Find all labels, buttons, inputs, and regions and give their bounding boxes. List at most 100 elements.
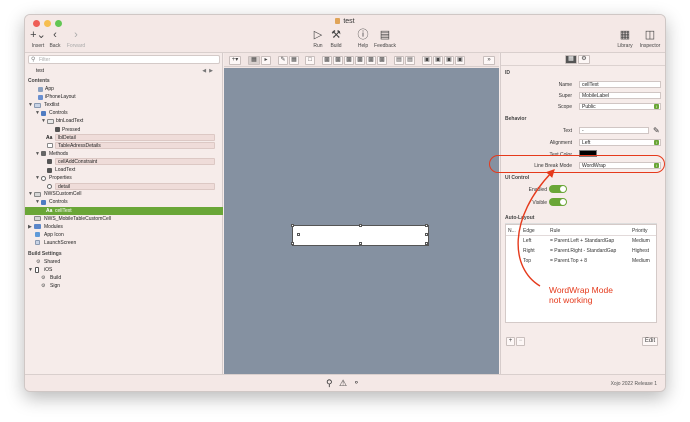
resize-handle[interactable] <box>425 224 428 227</box>
grid-icon[interactable]: ▦ <box>289 56 299 65</box>
disclosure-right-icon[interactable]: ▶ <box>28 223 32 231</box>
class-icon <box>34 216 41 222</box>
inspector-button[interactable]: ◫ Inspector <box>637 28 663 49</box>
align-left-icon[interactable]: ▩ <box>322 56 332 65</box>
tree-item-properties[interactable]: ▼ Properties <box>25 174 223 182</box>
table-row[interactable]: Medium <box>632 238 650 244</box>
disclosure-down-icon[interactable]: ▼ <box>41 117 46 125</box>
disclosure-down-icon[interactable]: ▼ <box>35 109 40 117</box>
tree-item-shared[interactable]: ⚙ Shared <box>25 258 223 266</box>
column-header[interactable]: Priority <box>632 228 648 234</box>
button-icon <box>47 118 54 124</box>
tree-item-detail[interactable]: detail <box>25 182 223 190</box>
distribute-h-icon[interactable]: ▤ <box>394 56 404 65</box>
path-nav-arrows-icon[interactable]: ◀▶ <box>202 67 216 76</box>
table-row[interactable]: Highest <box>632 248 649 254</box>
resize-handle[interactable] <box>297 233 300 236</box>
search-icon[interactable]: ⚲ <box>326 378 333 389</box>
tree-item-loadtext[interactable]: LoadText <box>25 166 223 174</box>
table-row[interactable]: Medium <box>632 258 650 264</box>
method-icon <box>47 159 52 165</box>
feedback-button[interactable]: ▤ Feedback <box>373 28 397 49</box>
layout-icon <box>38 94 43 100</box>
disclosure-down-icon[interactable]: ▼ <box>35 150 40 158</box>
warning-icon[interactable]: ⚠ <box>339 378 347 389</box>
align-center-icon[interactable]: ▩ <box>333 56 343 65</box>
properties-tab-icon[interactable]: ▦ <box>565 55 577 64</box>
tree-item-sign[interactable]: ⚙ Sign <box>25 282 223 290</box>
run-button[interactable]: ▷ Run <box>311 28 325 49</box>
add-view-button[interactable]: +▾ <box>229 56 241 65</box>
scope-label: Scope <box>557 104 572 110</box>
tree-item-app[interactable]: App <box>25 85 223 93</box>
disclosure-down-icon[interactable]: ▼ <box>35 198 40 206</box>
tree-item-nws-mobiletablecustomcell[interactable]: NWS_MobileTableCustomCell <box>25 215 223 223</box>
resize-handle[interactable] <box>425 233 428 236</box>
tree-item-pressed[interactable]: Pressed <box>25 126 223 134</box>
add-constraint-button[interactable]: + <box>506 337 515 346</box>
order-back-icon[interactable]: ▣ <box>455 56 465 65</box>
resize-handle[interactable] <box>291 242 294 245</box>
resize-handle[interactable] <box>359 224 362 227</box>
celltext-control[interactable] <box>291 224 429 246</box>
broadcast-icon[interactable]: ⚬ <box>353 378 360 387</box>
disclosure-down-icon[interactable]: ▼ <box>28 101 33 109</box>
super-field[interactable]: MobileLabel <box>579 92 661 99</box>
align-bottom-icon[interactable]: ▩ <box>366 56 376 65</box>
tree-item-app-icon[interactable]: App Icon <box>25 231 223 239</box>
align-middle-icon[interactable]: ▩ <box>377 56 387 65</box>
edit-constraint-button[interactable]: Edit <box>642 337 658 346</box>
alignment-select[interactable]: Left ↕ <box>579 139 661 146</box>
order-forward-icon[interactable]: ▣ <box>433 56 443 65</box>
resize-handle[interactable] <box>291 224 294 227</box>
resize-handle[interactable] <box>359 242 362 245</box>
scope-select[interactable]: Public ↕ <box>579 103 661 110</box>
overflow-chevron-icon[interactable]: » <box>483 56 495 65</box>
filter-input[interactable]: ⚲ Filter <box>28 55 220 64</box>
order-backward-icon[interactable]: ▣ <box>444 56 454 65</box>
tree-item-build[interactable]: ⚙ Build <box>25 274 223 282</box>
back-button[interactable]: ‹ Back <box>47 28 63 49</box>
remove-constraint-button[interactable]: − <box>516 337 525 346</box>
disclosure-down-icon[interactable]: ▼ <box>35 174 40 182</box>
text-field[interactable]: - <box>579 127 649 134</box>
tree-item-iphonelayout[interactable]: iPhoneLayout <box>25 93 223 101</box>
gear-icon[interactable]: ⚙ <box>578 55 590 64</box>
tree-item-lbldetail[interactable]: Aa lblDetail <box>25 134 223 142</box>
tree-item-btnloadtext[interactable]: ▼ btnLoadText <box>25 117 223 125</box>
tree-item-controls[interactable]: ▼ Controls <box>25 109 223 117</box>
pencil-icon[interactable]: ✎ <box>653 126 660 135</box>
align-top-icon[interactable]: ▩ <box>355 56 365 65</box>
align-right-icon[interactable]: ▩ <box>344 56 354 65</box>
distribute-v-icon[interactable]: ▤ <box>405 56 415 65</box>
tree-item-celladdconstraint[interactable]: cellAddConstraint <box>25 158 223 166</box>
tree-item-tableadressdetails[interactable]: TableAdressDetails <box>25 142 223 150</box>
insert-button[interactable]: +⌄ Insert <box>29 28 47 49</box>
contents-header: Contents <box>28 78 50 84</box>
disclosure-down-icon[interactable]: ▼ <box>28 190 33 198</box>
library-button[interactable]: ▦ Library <box>615 28 635 49</box>
build-button[interactable]: ⚒ Build <box>328 28 344 49</box>
forward-button[interactable]: › Forward <box>64 28 88 49</box>
layout-view-button[interactable]: ▦ <box>248 56 260 65</box>
tree-item-launchscreen[interactable]: LaunchScreen <box>25 239 223 247</box>
name-field[interactable]: cellText <box>579 81 661 88</box>
resize-handle[interactable] <box>425 242 428 245</box>
pencil-icon[interactable]: ✎ <box>278 56 288 65</box>
tree-item-methods[interactable]: ▼ Methods <box>25 150 223 158</box>
build-settings-header: Build Settings <box>28 250 62 257</box>
tree-item-cell-controls[interactable]: ▼ Controls <box>25 198 223 206</box>
disclosure-down-icon[interactable]: ▼ <box>28 266 33 274</box>
tree-item-modules[interactable]: ▶ Modules <box>25 223 223 231</box>
order-front-icon[interactable]: ▣ <box>422 56 432 65</box>
chevron-updown-icon: ↕ <box>654 104 659 109</box>
frame-icon[interactable]: □ <box>305 56 315 65</box>
tree-item-ios[interactable]: ▼ iOS <box>25 266 223 274</box>
help-button[interactable]: ⓘ Help <box>356 28 370 49</box>
preview-button[interactable]: ▸ <box>261 56 271 65</box>
design-canvas[interactable] <box>224 68 499 374</box>
tree-item-textlist[interactable]: ▼ Textlist <box>25 101 223 109</box>
table-icon <box>47 143 53 149</box>
tree-item-celltext[interactable]: Aa cellText <box>25 206 223 215</box>
tree-item-nwscustomcell[interactable]: ▼ NWSCustomCell <box>25 190 223 198</box>
